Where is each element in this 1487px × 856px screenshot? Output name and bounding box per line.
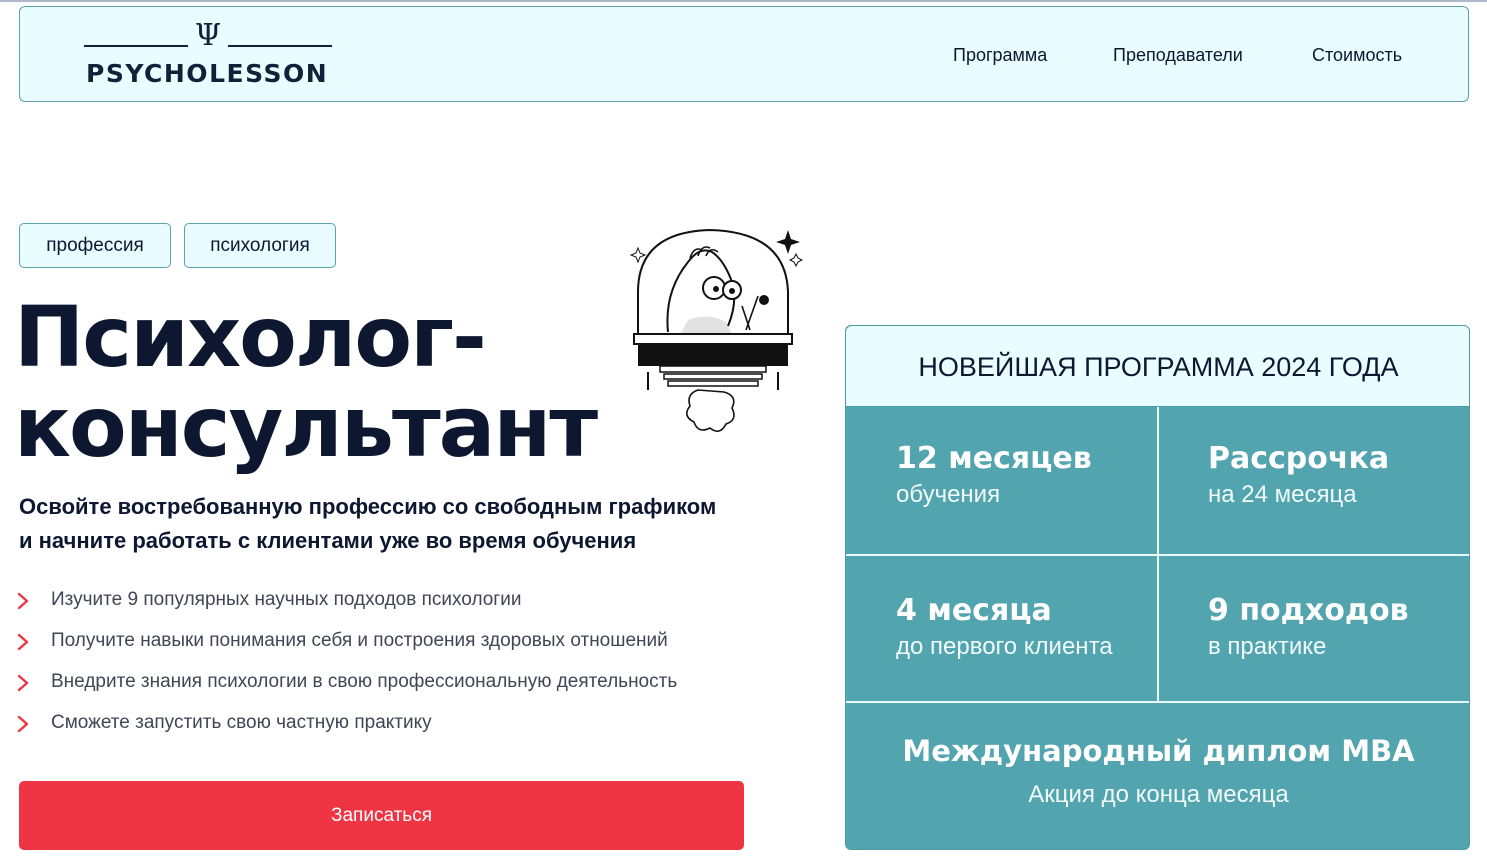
title-line-2: консультант	[14, 378, 598, 476]
logo-text: PSYCHOLESSON	[86, 59, 329, 88]
stat-value: 4 месяца	[896, 593, 1052, 628]
title-line-1: Психолог-	[14, 288, 487, 386]
stat-caption: на 24 месяца	[1208, 481, 1357, 508]
logo-line-left	[84, 45, 188, 47]
brain-jar-illustration	[629, 228, 804, 432]
stat-value: Рассрочка	[1208, 441, 1390, 476]
tag-profession: профессия	[19, 223, 171, 268]
program-card: НОВЕЙШАЯ ПРОГРАММА 2024 ГОДА 12 месяцев …	[845, 325, 1470, 850]
subtitle-line-1: Освойте востребованную профессию со своб…	[19, 494, 717, 519]
hero-subtitle: Освойте востребованную профессию со своб…	[19, 490, 759, 558]
list-item-text: Внедрите знания психологии в свою профес…	[51, 671, 678, 692]
divider	[846, 554, 1469, 556]
logo-line-right	[228, 45, 332, 47]
top-border	[0, 0, 1487, 2]
diploma-block: Международный диплом MBA Акция до конца …	[846, 731, 1469, 811]
list-item-text: Изучите 9 популярных научных подходов пс…	[51, 589, 522, 610]
diploma-title: Международный диплом MBA	[902, 734, 1415, 768]
subtitle-line-2: и начните работать с клиентами уже во вр…	[19, 528, 637, 553]
stat-installment: Рассрочка на 24 месяца	[1208, 439, 1389, 511]
list-item-text: Получите навыки понимания себя и построе…	[51, 630, 668, 651]
logo[interactable]: Ψ PSYCHOLESSON	[82, 17, 334, 88]
chevron-right-icon	[17, 715, 29, 733]
card-heading: НОВЕЙШАЯ ПРОГРАММА 2024 ГОДА	[846, 326, 1469, 407]
stat-approaches: 9 подходов в практике	[1208, 591, 1409, 663]
site-header: Ψ PSYCHOLESSON Программа Преподаватели С…	[19, 6, 1469, 102]
nav-price[interactable]: Стоимость	[1312, 45, 1402, 66]
tag-psychology: психология	[184, 223, 336, 268]
promo-text: Акция до конца месяца	[1028, 781, 1289, 808]
divider	[846, 701, 1469, 703]
signup-button[interactable]: Записаться	[19, 781, 744, 850]
stat-caption: до первого клиента	[896, 633, 1113, 660]
chevron-right-icon	[17, 674, 29, 692]
nav-program[interactable]: Программа	[953, 45, 1047, 66]
stat-caption: в практике	[1208, 633, 1327, 660]
stat-duration: 12 месяцев обучения	[896, 439, 1092, 511]
list-item-text: Сможете запустить свою частную практику	[51, 712, 432, 733]
stat-first-client: 4 месяца до первого клиента	[896, 591, 1113, 663]
stat-value: 12 месяцев	[896, 441, 1092, 476]
stat-value: 9 подходов	[1208, 593, 1409, 628]
stat-caption: обучения	[896, 481, 1001, 508]
psi-icon: Ψ	[194, 18, 222, 53]
nav-teachers[interactable]: Преподаватели	[1113, 45, 1243, 66]
page-title: Психолог- консультант	[14, 288, 598, 476]
chevron-right-icon	[17, 633, 29, 651]
chevron-right-icon	[17, 592, 29, 610]
